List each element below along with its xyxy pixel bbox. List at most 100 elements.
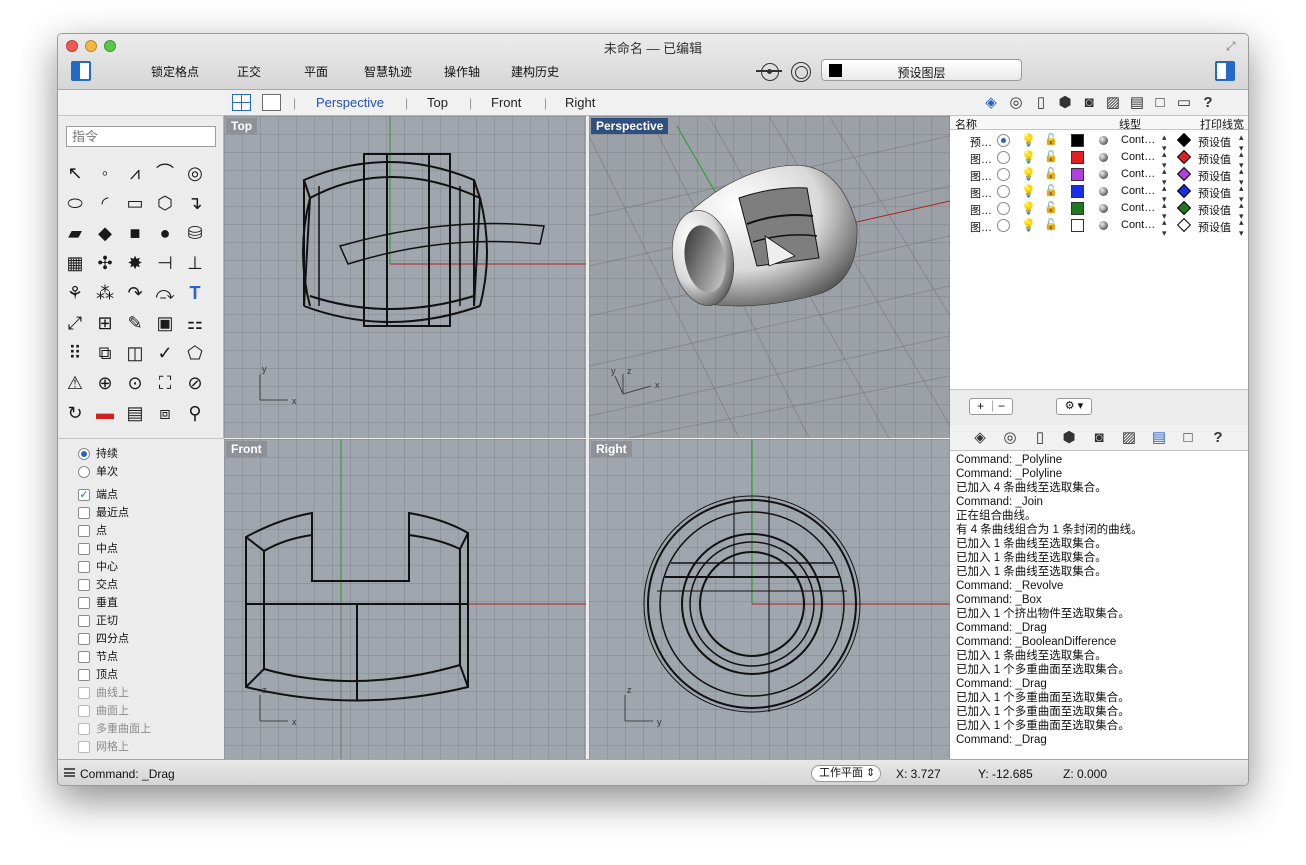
fullscreen-icon[interactable]: ⤢ xyxy=(1226,39,1240,53)
osnap-end[interactable]: ✓ 端点 xyxy=(58,486,224,504)
material-icon[interactable] xyxy=(1099,204,1108,213)
fillet-icon[interactable]: ↴ xyxy=(182,190,208,216)
dimension-icon[interactable]: ⤢ xyxy=(62,310,88,336)
command-input[interactable] xyxy=(66,126,216,147)
layer-linetype[interactable]: Cont… xyxy=(1121,202,1155,214)
check-icon[interactable]: ✓ xyxy=(152,340,178,366)
layer-color-swatch[interactable] xyxy=(1071,202,1084,215)
osnap-vertex[interactable]: 顶点 xyxy=(58,666,224,684)
layer-print-width[interactable]: 预设值 xyxy=(1198,185,1231,201)
layer-name[interactable]: 预… xyxy=(970,134,992,150)
grid-plane-icon[interactable]: ▨ xyxy=(1104,94,1122,112)
panel-icon[interactable]: □ xyxy=(1179,429,1197,447)
material-icon[interactable] xyxy=(1099,170,1108,179)
cplane-select[interactable]: 工作平面 ⇕ xyxy=(811,765,881,782)
osnap-on-curve[interactable]: 曲线上 xyxy=(58,684,224,702)
box-icon[interactable]: ■ xyxy=(122,220,148,246)
bulb-icon[interactable]: 💡 xyxy=(1021,133,1036,147)
layer-print-width[interactable]: 预设值 xyxy=(1198,219,1231,235)
checkbox-icon[interactable] xyxy=(78,651,90,663)
display-icon[interactable]: ▭ xyxy=(1175,94,1193,112)
column-print-width[interactable]: 打印线宽 xyxy=(1200,116,1244,132)
layer-name[interactable]: 图… xyxy=(970,168,992,184)
help-icon[interactable]: ? xyxy=(1209,429,1227,447)
checkbox-icon[interactable] xyxy=(78,633,90,645)
notes-icon[interactable]: ▤ xyxy=(1128,94,1146,112)
stepper-icon[interactable]: ▴ ▾ xyxy=(1162,217,1167,239)
stepper-icon[interactable]: ▴ ▾ xyxy=(1239,217,1244,239)
cylinder-icon[interactable]: ⛁ xyxy=(182,220,208,246)
split-icon[interactable]: ⊥ xyxy=(182,250,208,276)
bulb-icon[interactable]: 💡 xyxy=(1021,150,1036,164)
layer-options-gear-button[interactable]: ⚙ ▾ xyxy=(1056,398,1092,415)
current-layer-radio[interactable] xyxy=(997,168,1010,181)
layer-color-swatch[interactable] xyxy=(1071,219,1084,232)
column-name[interactable]: 名称 xyxy=(955,116,977,132)
camera-icon[interactable]: ◙ xyxy=(1080,94,1098,112)
object-properties-icon[interactable]: ◎ xyxy=(1007,94,1025,112)
layer-linetype[interactable]: Cont… xyxy=(1121,219,1155,231)
group-icon[interactable]: ⚘ xyxy=(62,280,88,306)
curve-icon[interactable]: ⌒ xyxy=(152,160,178,186)
osnap-mode-once[interactable]: 单次 xyxy=(58,463,224,481)
explode-icon[interactable]: ✸ xyxy=(122,250,148,276)
zoom-extents-icon[interactable]: ⛶ xyxy=(152,370,178,396)
panel-icon[interactable]: □ xyxy=(1151,94,1169,112)
paint-icon[interactable]: ⧉ xyxy=(92,340,118,366)
zoom-window-icon[interactable]: ⊙ xyxy=(122,370,148,396)
checkbox-icon[interactable] xyxy=(78,705,90,717)
radio-on-icon[interactable] xyxy=(78,448,90,460)
viewport-label-right[interactable]: Right xyxy=(591,441,632,457)
layer-row[interactable]: 图… 💡 🔓 Cont… ▴ ▾ 预设值 ▴ ▾ xyxy=(950,200,1248,221)
viewport-top[interactable]: y x Top xyxy=(224,116,586,438)
radio-off-icon[interactable] xyxy=(78,466,90,478)
viewport-right[interactable]: z y Right xyxy=(589,439,950,759)
print-color-diamond-icon[interactable] xyxy=(1176,166,1192,182)
toolbar-planar-button[interactable]: 平面 xyxy=(304,63,328,80)
point-icon[interactable]: ◦ xyxy=(92,160,118,186)
add-layer-button[interactable]: + xyxy=(977,399,984,413)
osnap-knot[interactable]: 节点 xyxy=(58,648,224,666)
material-icon[interactable] xyxy=(1099,153,1108,162)
layer-row[interactable]: 预… 💡 🔓 Cont… ▴ ▾ 预设值 ▴ ▾ xyxy=(950,132,1248,153)
osnap-tangent[interactable]: 正切 xyxy=(58,612,224,630)
layer-row[interactable]: 图… 💡 🔓 Cont… ▴ ▾ 预设值 ▴ ▾ xyxy=(950,183,1248,204)
polyline-icon[interactable]: ⩘ xyxy=(122,160,148,186)
lock-icon[interactable]: 🔓 xyxy=(1044,218,1058,231)
osnap-intersection[interactable]: 交点 xyxy=(58,576,224,594)
checkbox-icon[interactable] xyxy=(78,687,90,699)
command-history-icon[interactable]: ▤ xyxy=(1150,429,1168,447)
layer-print-width[interactable]: 预设值 xyxy=(1198,168,1231,184)
checkbox-icon[interactable] xyxy=(78,579,90,591)
circle-icon[interactable]: ◎ xyxy=(182,160,208,186)
select-arrow-icon[interactable]: ↖ xyxy=(62,160,88,186)
layer-color-swatch[interactable] xyxy=(1071,134,1084,147)
layer-color-swatch[interactable] xyxy=(1071,185,1084,198)
column-linetype[interactable]: 线型 xyxy=(1119,116,1141,132)
layer-linetype[interactable]: Cont… xyxy=(1121,134,1155,146)
layer-linetype[interactable]: Cont… xyxy=(1121,151,1155,163)
osnap-mode-persistent[interactable]: 持续 xyxy=(58,445,224,463)
layer-print-width[interactable]: 预设值 xyxy=(1198,134,1231,150)
car-icon[interactable]: ▬ xyxy=(92,400,118,426)
lock-icon[interactable]: 🔓 xyxy=(1044,133,1058,146)
bulb-icon[interactable]: 💡 xyxy=(1021,184,1036,198)
boolean-icon[interactable]: ⁂ xyxy=(92,280,118,306)
record-history-icon[interactable] xyxy=(791,62,811,82)
tab-top[interactable]: Top xyxy=(427,95,448,110)
four-view-layout-icon[interactable] xyxy=(232,94,251,111)
extrude-icon[interactable]: ◆ xyxy=(92,220,118,246)
gumball-icon[interactable] xyxy=(756,63,782,81)
material-icon[interactable] xyxy=(1099,221,1108,230)
polygon-icon[interactable]: ⬡ xyxy=(152,190,178,216)
array-icon[interactable]: ⊞ xyxy=(92,310,118,336)
osnap-near[interactable]: 最近点 xyxy=(58,504,224,522)
shade-icon[interactable]: ⚏ xyxy=(182,310,208,336)
document-icon[interactable]: ▯ xyxy=(1031,429,1049,447)
text-icon[interactable]: T xyxy=(182,280,208,306)
cplane-icon[interactable]: ◫ xyxy=(122,340,148,366)
toolbar-ortho-button[interactable]: 正交 xyxy=(237,63,261,80)
checkbox-checked-icon[interactable]: ✓ xyxy=(78,489,90,501)
document-icon[interactable]: ▯ xyxy=(1032,94,1050,112)
checkbox-icon[interactable] xyxy=(78,669,90,681)
